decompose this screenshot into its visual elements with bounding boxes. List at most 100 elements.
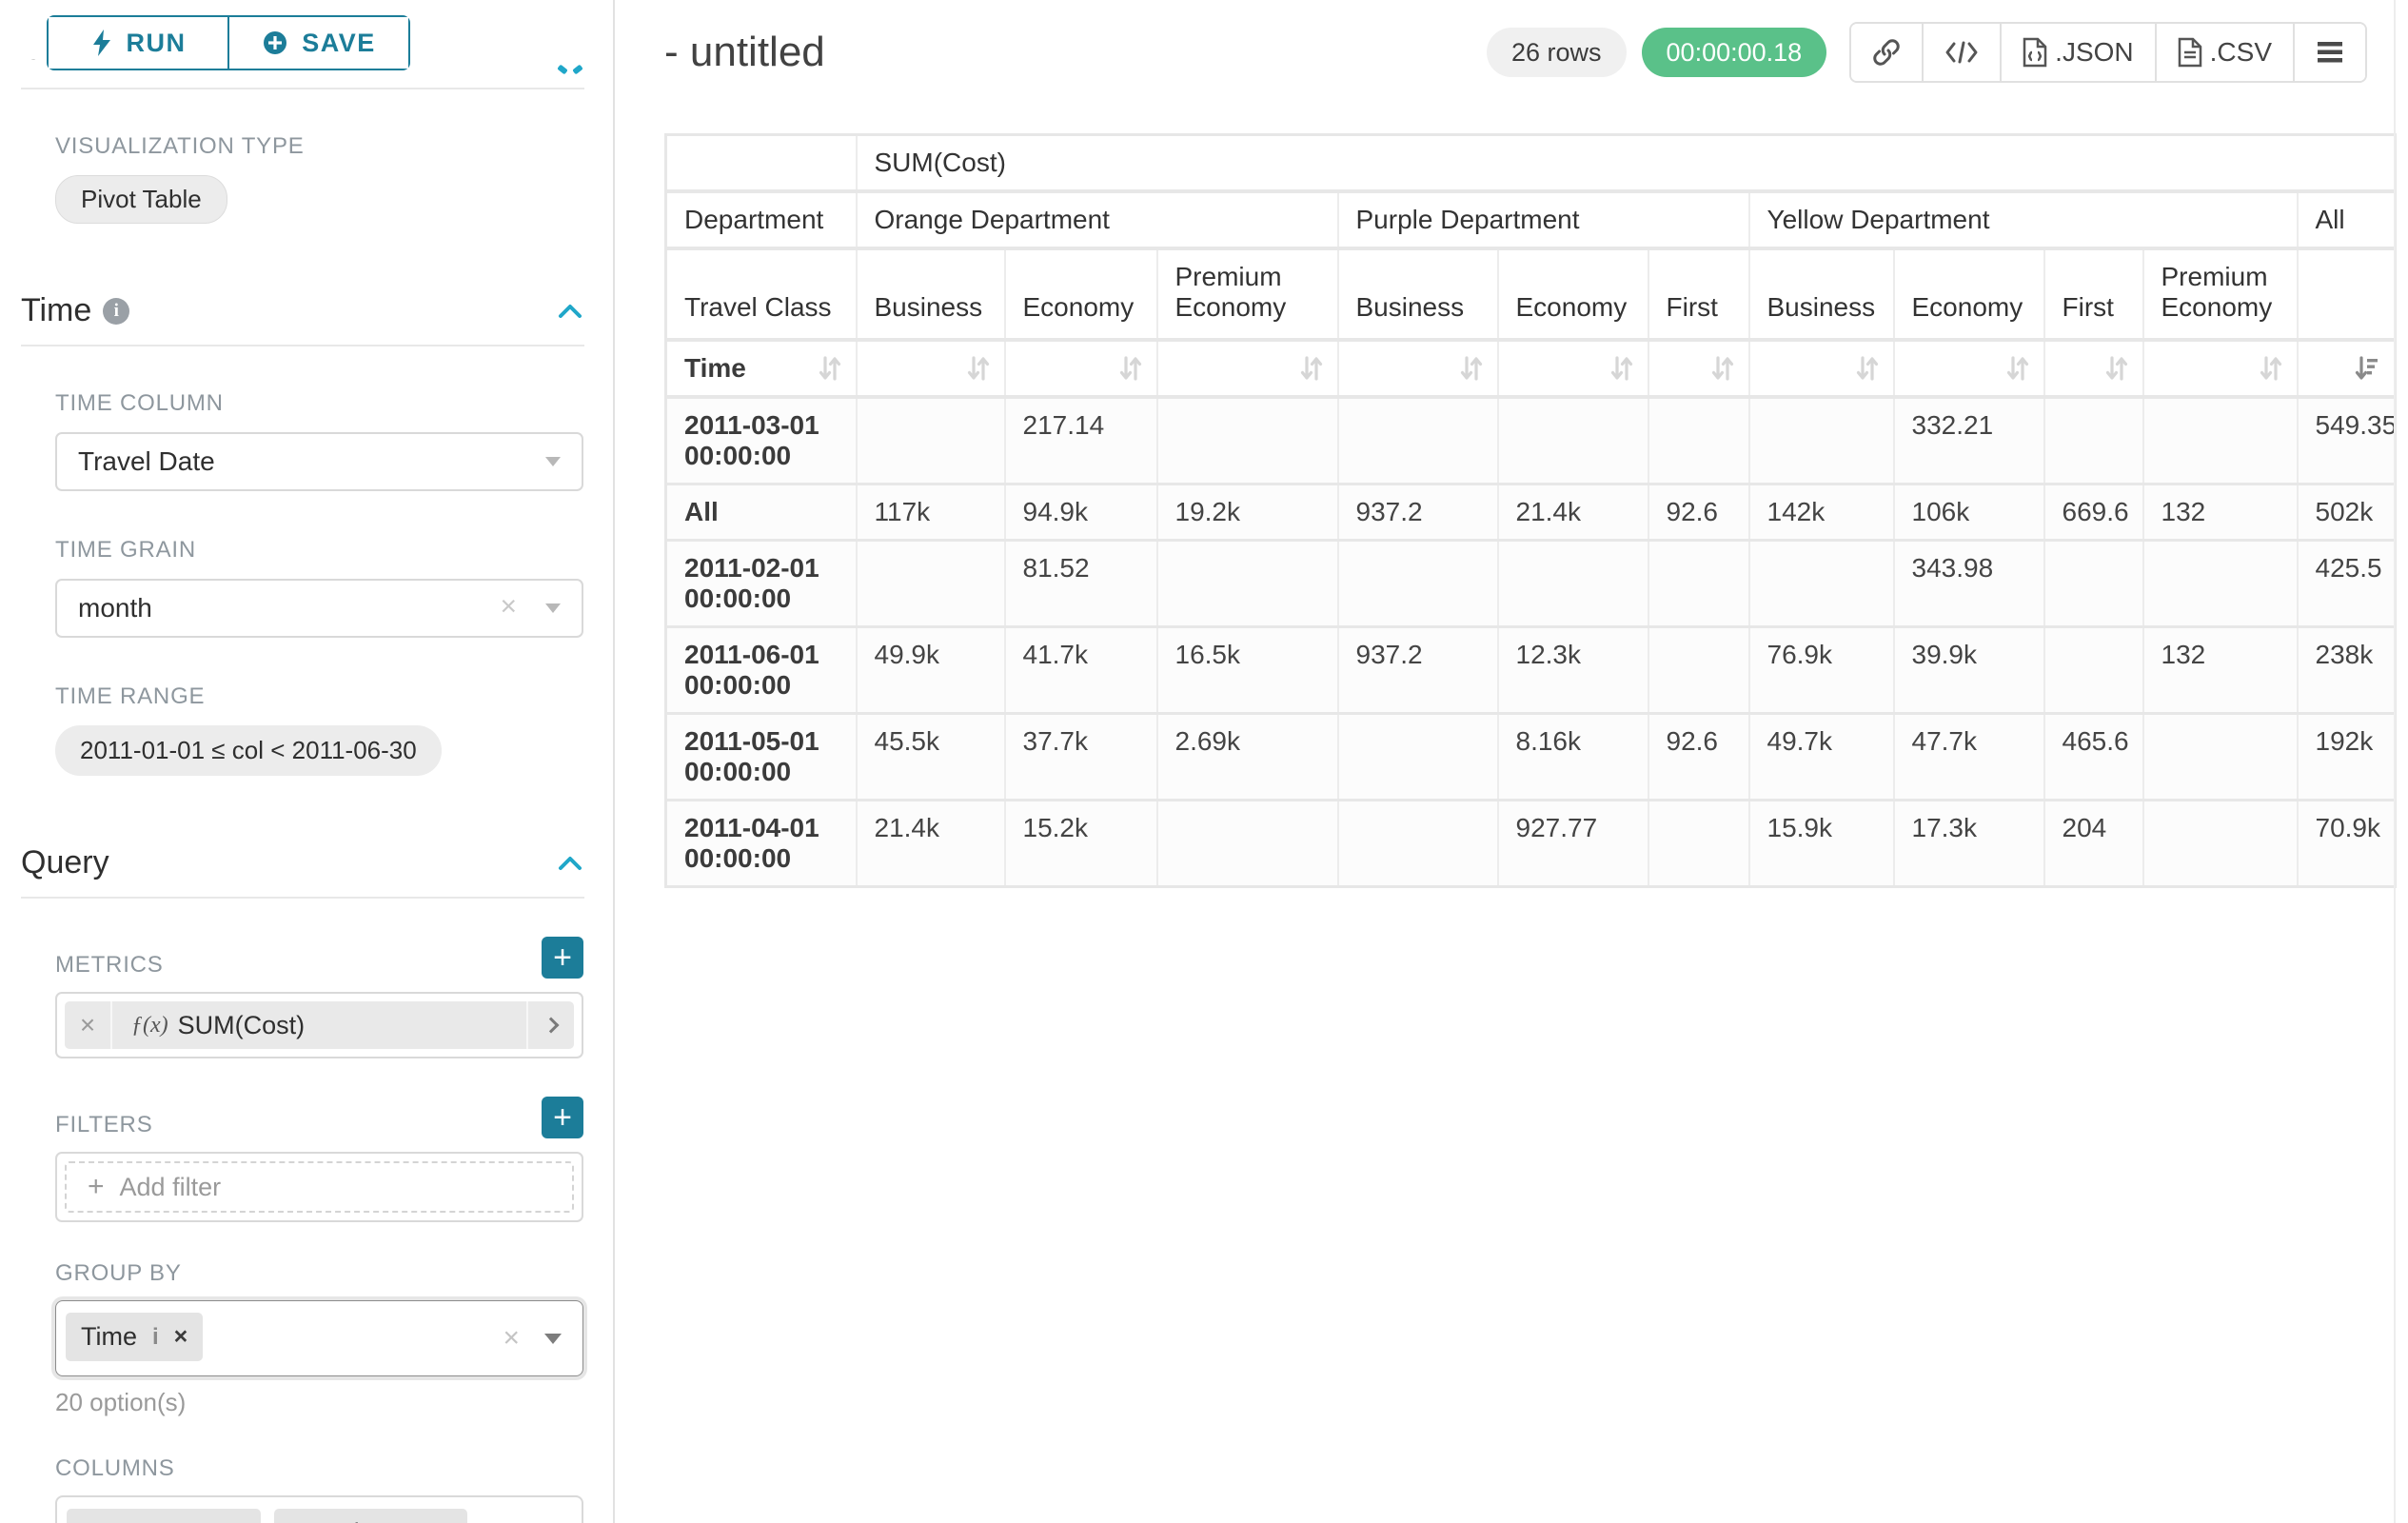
sort-descending-icon (2354, 354, 2380, 383)
sort-icon (2005, 354, 2030, 383)
column-sort-header[interactable] (2044, 340, 2143, 397)
row-header: All (666, 485, 857, 541)
visualization-type-chip[interactable]: Pivot Table (55, 175, 227, 224)
group-by-select[interactable]: Time (55, 1300, 583, 1376)
cell (2143, 541, 2298, 627)
cell (1749, 541, 1894, 627)
department-header-row: Department Orange Department Purple Depa… (666, 191, 2396, 248)
time-grain-value: month (78, 593, 152, 623)
menu-button[interactable] (2295, 24, 2365, 81)
chart-title[interactable]: - untitled (664, 29, 825, 76)
chevron-up-icon (572, 65, 583, 75)
columns-select[interactable]: Department Travel Class (55, 1495, 583, 1523)
column-sort-header[interactable] (857, 340, 1005, 397)
column-sort-header[interactable] (1749, 340, 1894, 397)
row-count-badge: 26 rows (1487, 28, 1627, 77)
sort-icon (966, 354, 991, 383)
plus-icon (88, 1171, 105, 1203)
time-section-header[interactable]: Time (21, 292, 584, 329)
column-sort-header[interactable] (1005, 340, 1157, 397)
group-by-chip[interactable]: Time (66, 1313, 203, 1361)
cell (1338, 397, 1498, 485)
cell: 927.77 (1498, 801, 1648, 887)
cell (1157, 397, 1338, 485)
table-row: 2011-03-01 00:00:00 217.14 332.21 549.35 (666, 397, 2396, 485)
column-sort-header-active[interactable] (2298, 340, 2396, 397)
export-json-label: .JSON (2055, 37, 2133, 68)
add-metric-button[interactable] (542, 937, 583, 979)
export-csv-label: .CSV (2210, 37, 2272, 68)
remove-metric-icon[interactable] (65, 1001, 112, 1049)
column-sort-header[interactable] (1338, 340, 1498, 397)
add-filter-button[interactable]: Add filter (65, 1161, 574, 1213)
time-column-select[interactable]: Travel Date (55, 432, 583, 491)
query-section-header[interactable]: Query (21, 844, 584, 881)
remove-chip-icon[interactable] (231, 1519, 246, 1523)
columns-chip-travel-class[interactable]: Travel Class (274, 1509, 467, 1523)
cell: 332.21 (1894, 397, 2044, 485)
column-header: Business (857, 248, 1005, 340)
column-group-header: Orange Department (857, 191, 1338, 248)
cell: 21.4k (857, 801, 1005, 887)
chart-panel: - untitled 26 rows 00:00:00.18 (617, 0, 2408, 1523)
group-by-chip-label: Time (81, 1322, 137, 1352)
run-save-button-group: RUN SAVE (47, 15, 410, 70)
column-sort-header[interactable] (1157, 340, 1338, 397)
cell (2143, 801, 2298, 887)
cell: 192k (2298, 714, 2396, 801)
run-button[interactable]: RUN (49, 17, 227, 69)
caret-down-icon[interactable] (544, 1334, 562, 1344)
expand-metric-icon[interactable] (526, 1001, 574, 1049)
fx-icon: ƒ(x) (131, 1013, 168, 1038)
sort-icon (1855, 354, 1880, 383)
cell: 76.9k (1749, 627, 1894, 714)
cell (857, 397, 1005, 485)
cell: 937.2 (1338, 485, 1498, 541)
column-sort-header[interactable] (1894, 340, 2044, 397)
add-filter-plus-button[interactable] (542, 1097, 583, 1138)
explore-page: Chart Type RUN SAVE VISUALIZATION TYPE P… (0, 0, 2408, 1523)
cell: 502k (2298, 485, 2396, 541)
column-header: Business (1338, 248, 1498, 340)
time-grain-select[interactable]: month (55, 579, 583, 638)
export-csv-button[interactable]: .CSV (2157, 24, 2295, 81)
code-icon (1944, 40, 1979, 65)
clear-icon[interactable] (500, 591, 517, 623)
metric-chip[interactable]: ƒ(x) SUM(Cost) (65, 1001, 574, 1049)
cell: 549.35 (2298, 397, 2396, 485)
columns-chip-label: Department (82, 1518, 216, 1523)
column-group-header: All (2298, 191, 2396, 248)
save-button[interactable]: SAVE (229, 17, 408, 69)
time-range-chip[interactable]: 2011-01-01 ≤ col < 2011-06-30 (55, 725, 442, 776)
group-by-options-hint: 20 option(s) (55, 1388, 583, 1417)
cell: 81.52 (1005, 541, 1157, 627)
filters-label: FILTERS (55, 1112, 153, 1138)
view-query-button[interactable] (1924, 24, 2002, 81)
sort-icon (2259, 354, 2283, 383)
chevron-up-icon[interactable] (556, 302, 584, 321)
time-corner-label: Time (684, 353, 746, 384)
cell: 117k (857, 485, 1005, 541)
time-sort-header[interactable]: Time (666, 340, 857, 397)
clear-icon[interactable] (503, 1322, 520, 1355)
cell (1648, 541, 1749, 627)
share-link-button[interactable] (1851, 24, 1924, 81)
column-sort-header[interactable] (2143, 340, 2298, 397)
column-header: Economy (1894, 248, 2044, 340)
chevron-up-icon[interactable] (556, 854, 584, 873)
column-sort-header[interactable] (1498, 340, 1648, 397)
table-row: All 117k 94.9k 19.2k 937.2 21.4k 92.6 14… (666, 485, 2396, 541)
column-sort-header[interactable] (1648, 340, 1749, 397)
export-toolbar: .JSON .CSV (1849, 22, 2367, 83)
table-row: 2011-06-01 00:00:00 49.9k 41.7k 16.5k 93… (666, 627, 2396, 714)
row-header: 2011-06-01 00:00:00 (666, 627, 857, 714)
cell (2044, 627, 2143, 714)
export-json-button[interactable]: .JSON (2002, 24, 2156, 81)
column-header: Economy (1498, 248, 1648, 340)
remove-chip-icon[interactable] (174, 1323, 188, 1351)
column-group-header: Yellow Department (1749, 191, 2298, 248)
columns-label: COLUMNS (55, 1455, 583, 1482)
columns-chip-department[interactable]: Department (67, 1509, 261, 1523)
column-header: Premium Economy (1157, 248, 1338, 340)
cell (857, 541, 1005, 627)
